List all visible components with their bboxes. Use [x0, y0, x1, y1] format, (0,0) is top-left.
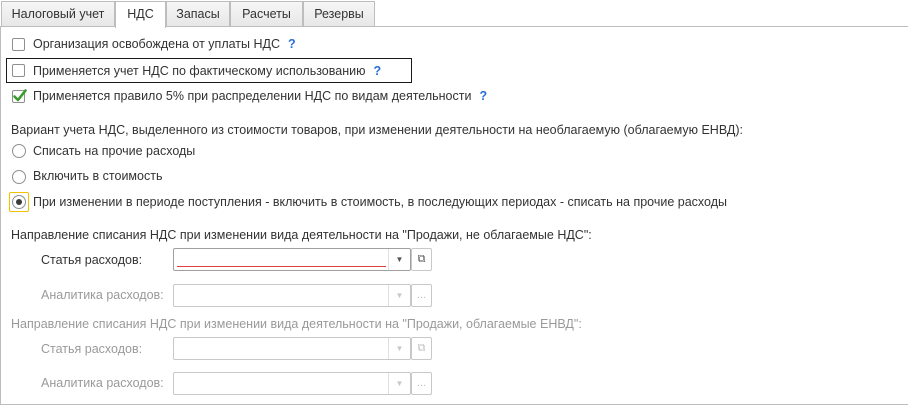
envd-section-title: Направление списания НДС при изменении в…	[11, 317, 582, 331]
radio-selected-dot	[16, 199, 22, 205]
chevron-down-icon[interactable]: ▼	[388, 338, 410, 359]
select-icon[interactable]: ...	[411, 284, 432, 307]
radio-write-off[interactable]	[12, 144, 26, 158]
radio-include-cost-label: Включить в стоимость	[33, 169, 163, 183]
chevron-down-icon[interactable]: ▼	[388, 249, 410, 270]
variant-title: Вариант учета НДС, выделенного из стоимо…	[11, 123, 743, 137]
required-underline	[177, 266, 386, 267]
untaxed-analytics-label: Аналитика расходов:	[41, 288, 164, 302]
radio-mixed[interactable]	[12, 195, 26, 209]
untaxed-analytics-field[interactable]: ▼	[173, 284, 411, 307]
checkmark-icon	[13, 89, 27, 102]
untaxed-section-title: Направление списания НДС при изменении в…	[11, 228, 592, 242]
tab-reserves[interactable]: Резервы	[303, 1, 375, 26]
vat-exempt-label: Организация освобождена от уплаты НДС	[33, 37, 280, 51]
tab-inventory[interactable]: Запасы	[166, 1, 230, 26]
five-percent-rule-label: Применяется правило 5% при распределении…	[33, 89, 472, 103]
chevron-down-icon[interactable]: ▼	[388, 373, 410, 394]
envd-expense-item-label: Статья расходов:	[41, 342, 143, 356]
chevron-down-icon[interactable]: ▼	[388, 285, 410, 306]
tab-vat[interactable]: НДС	[115, 1, 166, 28]
vat-exempt-row: Организация освобождена от уплаты НДС?	[33, 34, 296, 54]
help-icon[interactable]: ?	[373, 64, 381, 78]
tab-settlements[interactable]: Расчеты	[230, 1, 303, 26]
envd-analytics-field[interactable]: ▼	[173, 372, 411, 395]
open-icon[interactable]: ⧉	[411, 248, 432, 271]
help-icon[interactable]: ?	[479, 89, 487, 103]
tab-bar: Налоговый учет НДС Запасы Расчеты Резерв…	[0, 0, 908, 28]
tab-tax-accounting[interactable]: Налоговый учет	[1, 1, 115, 26]
untaxed-expense-item-label: Статья расходов:	[41, 253, 143, 267]
five-percent-rule-checkbox[interactable]	[12, 89, 27, 103]
panel-border-left	[0, 26, 1, 405]
actual-use-checkbox[interactable]	[12, 64, 25, 77]
help-icon[interactable]: ?	[288, 37, 296, 51]
radio-mixed-label: При изменении в периоде поступления - вк…	[33, 195, 727, 209]
radio-write-off-label: Списать на прочие расходы	[33, 144, 196, 158]
select-icon[interactable]: ...	[411, 372, 432, 395]
open-icon[interactable]: ⧉	[411, 337, 432, 360]
actual-use-label: Применяется учет НДС по фактическому исп…	[33, 64, 366, 78]
envd-expense-item-field[interactable]: ▼	[173, 337, 411, 360]
radio-include-cost[interactable]	[12, 170, 26, 184]
actual-use-row: Применяется учет НДС по фактическому исп…	[33, 61, 381, 81]
five-percent-rule-row: Применяется правило 5% при распределении…	[33, 86, 487, 106]
untaxed-expense-item-field[interactable]: ▼	[173, 248, 411, 271]
vat-exempt-checkbox[interactable]	[12, 38, 25, 51]
envd-analytics-label: Аналитика расходов:	[41, 376, 164, 390]
